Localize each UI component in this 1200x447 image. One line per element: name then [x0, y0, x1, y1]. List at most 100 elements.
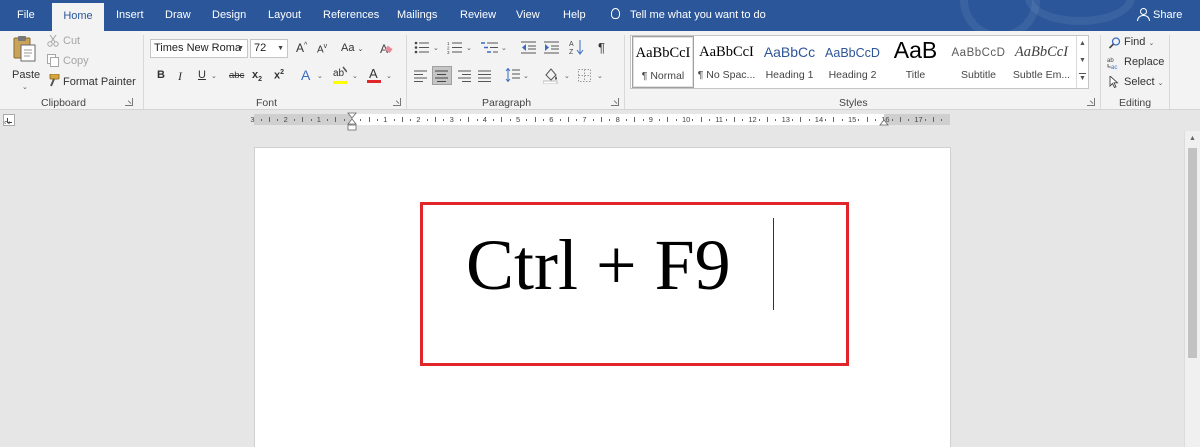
chevron-down-icon[interactable]: ⌄	[211, 72, 217, 80]
decrease-indent-icon[interactable]	[521, 41, 537, 54]
gallery-more-icon[interactable]: ▼	[1079, 73, 1086, 83]
align-right-icon[interactable]	[458, 70, 472, 82]
style-no-spacing[interactable]: AaBbCcI ¶ No Spac...	[695, 36, 758, 88]
style-subtle-emphasis[interactable]: AaBbCcI Subtle Em...	[1010, 36, 1073, 88]
style-sample: AaBbCcD	[825, 46, 880, 60]
style-heading-2[interactable]: AaBbCcD Heading 2	[821, 36, 884, 88]
indent-markers[interactable]	[347, 112, 357, 132]
underline-button[interactable]: U	[198, 69, 206, 81]
ruler-tick	[700, 117, 702, 122]
chevron-down-icon: ▼	[237, 45, 244, 52]
borders-icon[interactable]	[578, 69, 592, 83]
ruler-number: 9	[648, 115, 653, 124]
paste-label: Paste	[12, 69, 41, 81]
scroll-up-icon[interactable]: ▲	[1189, 135, 1196, 142]
tab-design[interactable]: Design	[212, 0, 246, 31]
style-normal[interactable]: AaBbCcI ¶ Normal	[632, 36, 694, 88]
chevron-down-icon[interactable]: ⌄	[386, 72, 392, 80]
cut-button[interactable]: Cut	[63, 35, 80, 47]
styles-dialog-launcher[interactable]	[1087, 98, 1095, 106]
shrink-font-button[interactable]: Av	[317, 43, 327, 55]
right-indent-marker[interactable]	[879, 117, 889, 126]
chevron-down-icon[interactable]: ⌄	[501, 44, 507, 52]
font-name-combobox[interactable]: Times New Roma ▼	[150, 39, 248, 58]
tab-home[interactable]: Home	[52, 3, 104, 31]
justify-icon[interactable]	[478, 70, 492, 82]
find-button[interactable]: Find ⌄	[1124, 36, 1154, 48]
chevron-down-icon[interactable]: ⌄	[597, 72, 603, 80]
clipboard-dialog-launcher[interactable]	[125, 98, 133, 106]
style-sample: AaBbCc	[763, 44, 816, 60]
style-title[interactable]: AaB Title	[884, 36, 947, 88]
svg-text:3: 3	[447, 50, 450, 54]
vertical-scrollbar[interactable]: ▲	[1184, 131, 1200, 447]
select-button[interactable]: Select ⌄	[1124, 76, 1164, 88]
share-button[interactable]: Share	[1137, 0, 1182, 31]
change-case-button[interactable]: Aa ⌄	[341, 42, 363, 54]
chevron-down-icon[interactable]: ⌄	[317, 72, 323, 80]
tell-me-search[interactable]: Tell me what you want to do	[611, 0, 766, 31]
font-dialog-launcher[interactable]	[393, 98, 401, 106]
ruler-number: 2	[283, 115, 288, 124]
scroll-up-icon[interactable]: ▲	[1079, 40, 1086, 47]
strikethrough-button[interactable]: abc	[229, 70, 244, 81]
group-separator	[1169, 35, 1170, 109]
show-formatting-marks-button[interactable]: ¶	[598, 40, 605, 55]
increase-indent-icon[interactable]	[544, 41, 560, 54]
font-size-combobox[interactable]: 72 ▼	[250, 39, 288, 58]
tab-file[interactable]: File	[17, 0, 35, 31]
tab-help[interactable]: Help	[563, 0, 586, 31]
chevron-down-icon[interactable]: ⌄	[466, 44, 472, 52]
align-left-icon[interactable]	[414, 70, 428, 82]
align-center-button[interactable]	[432, 66, 452, 85]
chevron-down-icon[interactable]: ⌄	[433, 44, 439, 52]
paragraph-dialog-launcher[interactable]	[611, 98, 619, 106]
replace-button[interactable]: Replace	[1124, 56, 1164, 68]
text-effects-button[interactable]: A	[301, 67, 310, 83]
grow-font-a: A	[296, 41, 305, 55]
tab-insert[interactable]: Insert	[116, 0, 144, 31]
document-text[interactable]: Ctrl + F9	[466, 220, 731, 310]
multilevel-list-icon[interactable]	[481, 41, 499, 54]
ruler-tick	[476, 119, 478, 121]
chevron-down-icon: ⌄	[22, 84, 28, 91]
grow-font-button[interactable]: A^	[296, 41, 307, 55]
format-painter-button[interactable]: Format Painter	[63, 76, 136, 88]
chevron-down-icon[interactable]: ⌄	[564, 72, 570, 80]
find-icon	[1109, 37, 1121, 49]
chevron-down-icon[interactable]: ⌄	[352, 72, 358, 80]
scroll-down-icon[interactable]: ▼	[1079, 57, 1086, 64]
subscript-button[interactable]: x2	[252, 69, 262, 83]
chevron-down-icon: ▼	[277, 45, 284, 52]
ruler-tick	[459, 119, 461, 121]
tab-layout[interactable]: Layout	[268, 0, 301, 31]
clear-formatting-icon[interactable]: A	[380, 42, 393, 55]
tab-review[interactable]: Review	[460, 0, 496, 31]
tab-view[interactable]: View	[516, 0, 540, 31]
tab-draw[interactable]: Draw	[165, 0, 191, 31]
sort-icon[interactable]: AZ	[569, 39, 585, 55]
person-icon	[1137, 8, 1150, 21]
ruler-tick	[327, 119, 329, 121]
paste-button[interactable]: Paste ⌄	[8, 35, 42, 93]
svg-text:ab: ab	[333, 68, 345, 78]
font-color-button[interactable]: A	[367, 66, 381, 84]
style-subtitle[interactable]: AaBbCcD Subtitle	[947, 36, 1010, 88]
highlight-color-button[interactable]: ab	[333, 66, 349, 84]
style-heading-1[interactable]: AaBbCc Heading 1	[758, 36, 821, 88]
italic-button[interactable]: I	[178, 69, 182, 84]
copy-button[interactable]: Copy	[63, 55, 89, 67]
shading-icon[interactable]	[543, 67, 559, 84]
line-spacing-icon[interactable]	[505, 68, 521, 83]
scrollbar-thumb[interactable]	[1188, 148, 1197, 358]
bullets-icon[interactable]	[414, 41, 430, 54]
chevron-down-icon[interactable]: ⌄	[523, 72, 529, 80]
bold-button[interactable]: B	[157, 69, 165, 81]
tab-references[interactable]: References	[323, 0, 379, 31]
superscript-button[interactable]: x2	[274, 69, 284, 82]
tab-mailings[interactable]: Mailings	[397, 0, 437, 31]
styles-gallery-scroll[interactable]: ▲ ▼ ▼	[1076, 36, 1088, 88]
numbering-icon[interactable]: 123	[447, 41, 463, 54]
ruler-tick	[534, 117, 536, 122]
horizontal-ruler[interactable]: 3 2 1 1 2 3 4 5 6 7 8 9 10 11 12 13 14 15 16 17	[250, 114, 950, 125]
